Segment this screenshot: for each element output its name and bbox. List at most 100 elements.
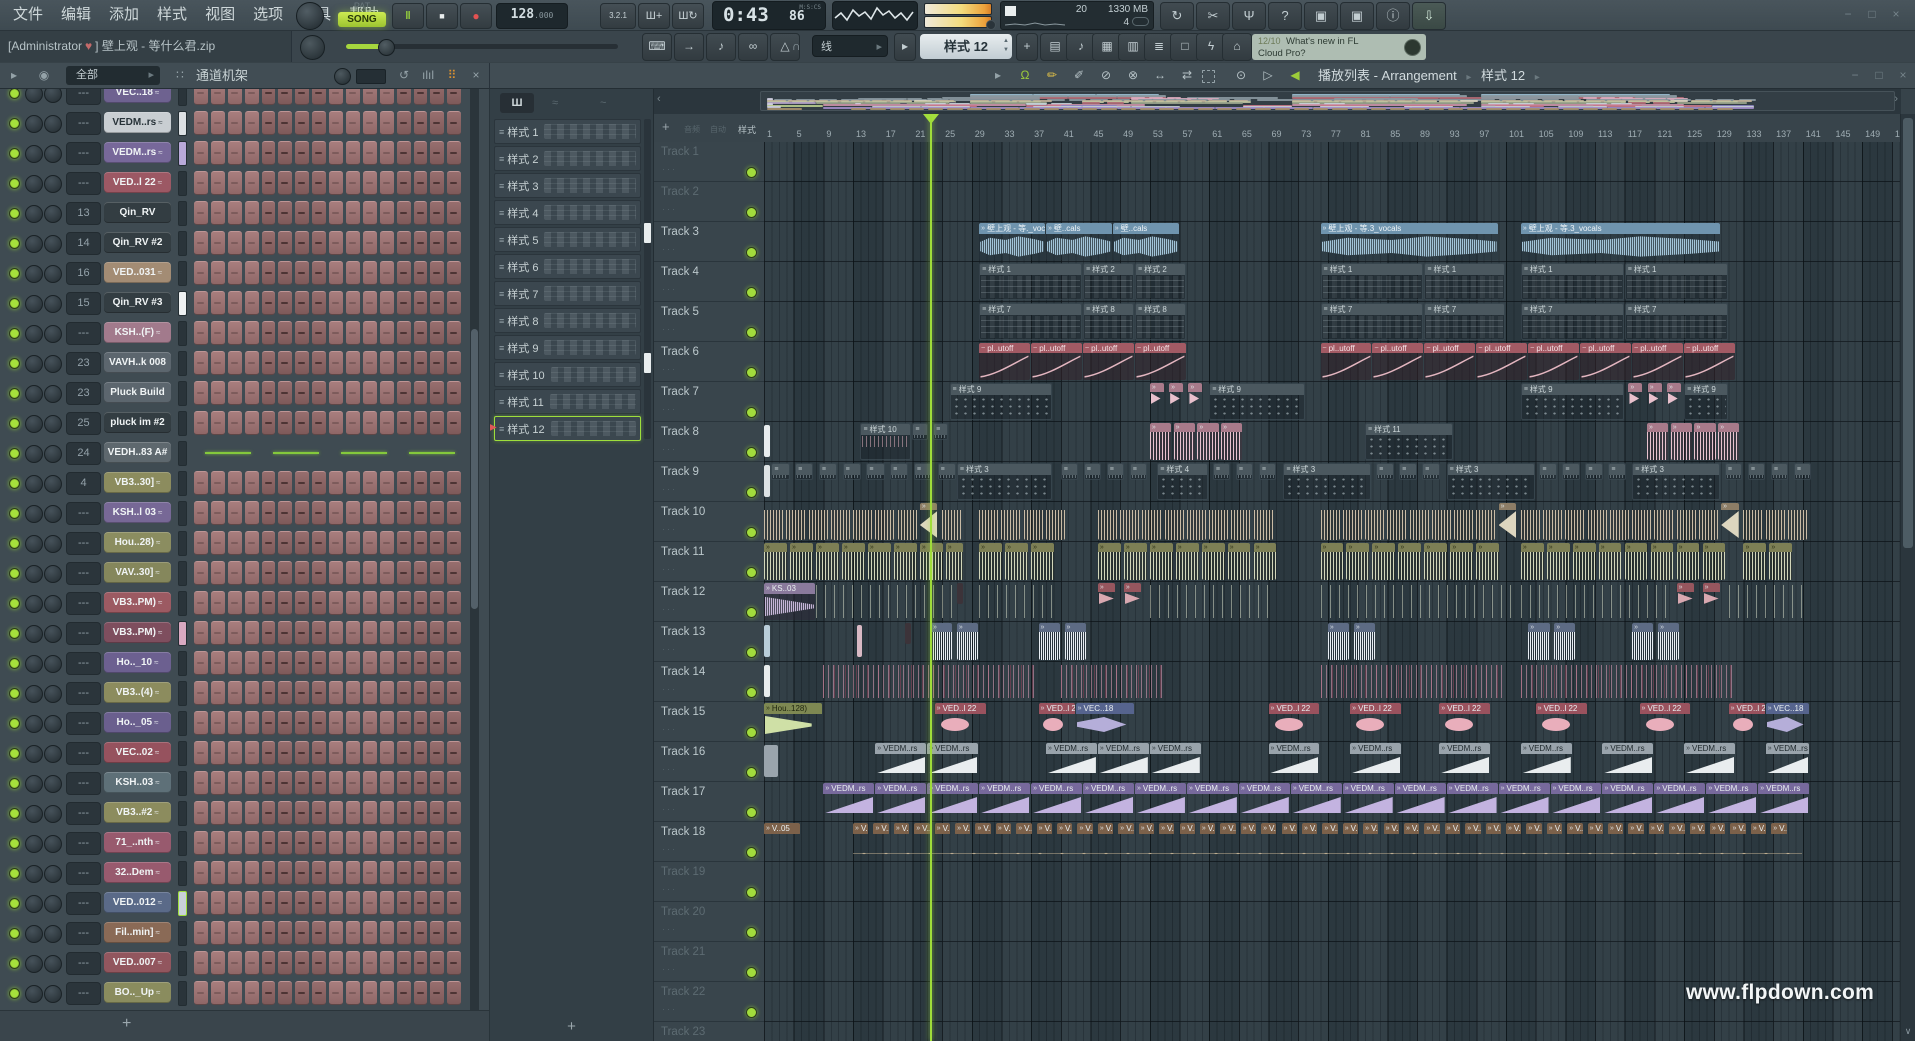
clip-v05[interactable]: »V..05 xyxy=(1139,823,1154,835)
step-cell[interactable] xyxy=(245,291,259,315)
step-cell[interactable] xyxy=(363,711,377,735)
clip-v05[interactable]: »V..05 xyxy=(1282,823,1297,835)
track-led[interactable] xyxy=(746,807,757,818)
track-led[interactable] xyxy=(746,447,757,458)
clip-stp[interactable] xyxy=(1061,663,1164,700)
clip-edge[interactable] xyxy=(764,745,778,777)
clip-olv[interactable]: » xyxy=(1703,543,1726,580)
step-cell[interactable] xyxy=(414,351,428,375)
step-cell[interactable] xyxy=(228,381,242,405)
channel-button[interactable]: VEDM..rs≈ xyxy=(104,112,171,133)
step-cell[interactable] xyxy=(329,801,343,825)
step-cell[interactable] xyxy=(278,531,292,555)
channel-selector[interactable] xyxy=(178,261,187,286)
clip-olv[interactable]: » xyxy=(1521,543,1544,580)
menu-item[interactable]: 样式 xyxy=(148,0,196,30)
step-cell[interactable] xyxy=(363,921,377,945)
step-cell[interactable] xyxy=(262,951,276,975)
channel-button[interactable]: VB3..(4)≈ xyxy=(104,682,171,703)
track-options-dots[interactable]: ··· xyxy=(662,844,677,854)
step-cell[interactable] xyxy=(194,891,208,915)
clip-patm[interactable]: ≡ xyxy=(1376,463,1394,480)
step-cell[interactable] xyxy=(380,891,394,915)
channel-target-box[interactable]: 23 xyxy=(66,352,101,375)
step-cell[interactable] xyxy=(211,111,225,135)
corner-tab-audio[interactable]: 音频 xyxy=(684,124,700,135)
step-cell[interactable] xyxy=(363,111,377,135)
step-cell[interactable] xyxy=(380,711,394,735)
clip-v05[interactable]: »V..05 xyxy=(1322,823,1337,835)
step-cell[interactable] xyxy=(295,651,309,675)
clip-v05[interactable]: »V..05 xyxy=(1486,823,1501,835)
step-cell[interactable] xyxy=(346,741,360,765)
step-cell[interactable] xyxy=(414,801,428,825)
step-cell[interactable] xyxy=(380,381,394,405)
clip-patm[interactable]: ≡ xyxy=(933,423,948,440)
step-cell[interactable] xyxy=(430,981,444,1005)
clip-tan[interactable] xyxy=(1142,503,1161,540)
step-cell[interactable] xyxy=(430,771,444,795)
channel-target-box[interactable]: --- xyxy=(66,712,101,735)
pan-knob[interactable] xyxy=(25,89,43,103)
clip-patm[interactable]: ≡ xyxy=(795,463,813,480)
step-cell[interactable] xyxy=(278,471,292,495)
step-cell[interactable] xyxy=(380,89,394,105)
step-cell[interactable] xyxy=(228,261,242,285)
clip-v05[interactable]: »V..05 xyxy=(935,823,950,835)
clip-spr[interactable] xyxy=(1521,583,1668,620)
step-cell[interactable] xyxy=(346,861,360,885)
clip-tan[interactable] xyxy=(1432,503,1451,540)
clip-pats[interactable]: ≡样式 9 xyxy=(1684,383,1728,420)
clip-p17[interactable]: »VEDM..rs xyxy=(1135,783,1186,820)
step-cell[interactable] xyxy=(414,141,428,165)
rack-close-icon[interactable]: × xyxy=(464,63,488,88)
channel-button[interactable]: KSH..03≈ xyxy=(104,772,171,793)
step-cell[interactable] xyxy=(380,621,394,645)
track-led[interactable] xyxy=(746,687,757,698)
clip-patm[interactable]: ≡ xyxy=(866,463,884,480)
step-cell[interactable] xyxy=(414,921,428,945)
step-cell[interactable] xyxy=(380,501,394,525)
clip-patm[interactable]: ≡ xyxy=(1562,463,1580,480)
clip-v05[interactable]: »V..05 xyxy=(1118,823,1133,835)
step-cell[interactable] xyxy=(447,471,461,495)
step-cell[interactable] xyxy=(194,771,208,795)
step-cell[interactable] xyxy=(363,561,377,585)
step-cell[interactable] xyxy=(329,321,343,345)
step-cell[interactable] xyxy=(414,771,428,795)
step-cell[interactable] xyxy=(245,111,259,135)
preview-speaker-icon[interactable]: ◀ xyxy=(1283,63,1307,88)
clip-tan[interactable] xyxy=(1588,503,1607,540)
clip-g16[interactable]: »VEDM..rs xyxy=(1684,743,1735,780)
clip-patm[interactable]: ≡ xyxy=(1608,463,1626,480)
clip-voc[interactable]: »壁..cals xyxy=(1046,223,1112,260)
playlist-grid[interactable]: »壁上观 - 等._vocals»壁..cals»壁..cals»壁上观 - 等… xyxy=(764,142,1901,1041)
track-header[interactable]: Track 15··· xyxy=(654,702,764,742)
pattern-item[interactable]: ≡样式 7 xyxy=(494,281,641,306)
step-cell[interactable] xyxy=(245,681,259,705)
step-cell[interactable] xyxy=(194,861,208,885)
step-cell[interactable] xyxy=(380,321,394,345)
step-cell[interactable] xyxy=(211,831,225,855)
step-cell[interactable] xyxy=(278,321,292,345)
clip-ks[interactable]: »KS..03 xyxy=(764,583,815,620)
browser-collapse-icon[interactable]: ▸ xyxy=(2,63,26,88)
step-cell[interactable] xyxy=(278,801,292,825)
track-options-dots[interactable]: ··· xyxy=(662,204,677,214)
pat-mode-label[interactable]: PAT xyxy=(338,1,386,11)
step-cell[interactable] xyxy=(278,951,292,975)
channel-led[interactable] xyxy=(9,268,20,279)
step-cell[interactable] xyxy=(397,951,411,975)
step-cell[interactable] xyxy=(278,981,292,1005)
channel-target-box[interactable]: --- xyxy=(66,89,101,105)
track-header[interactable]: Track 16··· xyxy=(654,742,764,782)
clip-hou[interactable]: »Hou..128) xyxy=(764,703,822,740)
clip-auto[interactable]: ~pl..utoff xyxy=(1632,343,1683,380)
clip-tan[interactable] xyxy=(1254,503,1273,540)
clip-auto[interactable]: ~pl..utoff xyxy=(1372,343,1423,380)
clip-pat[interactable]: ≡样式 8 xyxy=(1083,303,1134,340)
step-cell[interactable] xyxy=(447,231,461,255)
clip-patm[interactable]: ≡ xyxy=(1213,463,1231,480)
clip-tan[interactable] xyxy=(1543,503,1562,540)
step-cell[interactable] xyxy=(380,351,394,375)
